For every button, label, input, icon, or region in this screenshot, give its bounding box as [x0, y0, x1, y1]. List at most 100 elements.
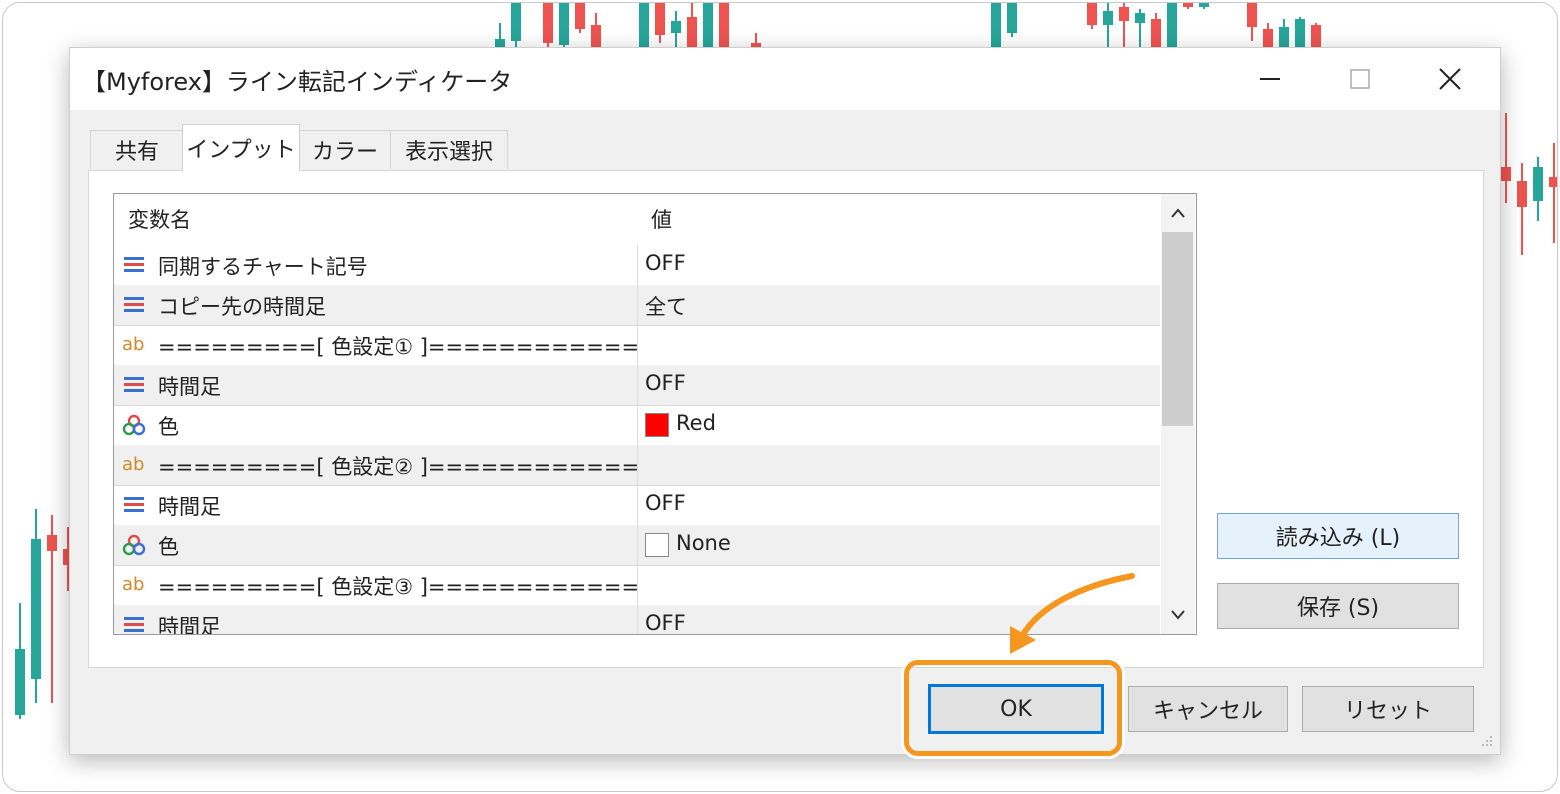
title-bar[interactable]: 【Myforex】ライン転記インディケータ — [70, 48, 1500, 110]
reset-button[interactable]: リセット — [1302, 686, 1474, 732]
table-row[interactable]: 時間足 OFF — [114, 485, 1160, 526]
candlestick — [991, 3, 1001, 47]
cancel-button[interactable]: キャンセル — [1128, 686, 1288, 732]
table-row[interactable]: 時間足 OFF — [114, 605, 1160, 635]
dialog-title: 【Myforex】ライン転記インディケータ — [82, 68, 513, 96]
table-row[interactable]: コピー先の時間足 全て — [114, 285, 1160, 326]
column-header-value[interactable]: 値 — [651, 194, 1051, 244]
candlestick — [1087, 3, 1097, 29]
ab-icon: ab — [122, 574, 145, 595]
param-name: 色 — [158, 415, 179, 439]
candlestick — [1311, 23, 1321, 47]
param-name: 時間足 — [158, 615, 221, 635]
candlestick — [591, 13, 601, 47]
tab-inputs[interactable]: インプット — [182, 124, 300, 171]
indicator-dialog: 【Myforex】ライン転記インディケータ 共有 インプット カラー 表示選択 … — [69, 47, 1501, 755]
parameters-grid[interactable]: 変数名 値 同期するチャート記号 OFF コピー先の時間足 全て ab =========… — [113, 193, 1197, 635]
candlestick — [1279, 19, 1289, 47]
column-separator — [637, 405, 638, 445]
scroll-up-button[interactable] — [1161, 194, 1195, 232]
inputs-panel: 変数名 値 同期するチャート記号 OFF コピー先の時間足 全て ab =========… — [88, 170, 1484, 668]
table-row[interactable]: 同期するチャート記号 OFF — [114, 245, 1160, 286]
color-swatch[interactable] — [645, 533, 669, 557]
candlestick — [1151, 13, 1161, 47]
candlestick — [47, 515, 57, 703]
param-name: =========[ 色設定① ]============ — [158, 335, 640, 359]
param-value[interactable]: OFF — [645, 371, 686, 395]
list-icon — [122, 494, 146, 516]
resize-grip-icon[interactable] — [1480, 734, 1494, 748]
param-value[interactable]: OFF — [645, 251, 686, 275]
candlestick — [495, 23, 505, 47]
column-separator — [637, 245, 638, 285]
close-icon — [1439, 68, 1461, 90]
candlestick — [1103, 3, 1113, 47]
scrollbar-thumb[interactable] — [1162, 232, 1193, 426]
ab-icon: ab — [122, 454, 145, 475]
candlestick — [1263, 23, 1273, 47]
color-swatch[interactable] — [645, 413, 669, 437]
param-value[interactable]: Red — [676, 411, 716, 435]
table-row[interactable]: 色 Red — [114, 405, 1160, 446]
column-separator — [637, 285, 638, 325]
candlestick — [575, 3, 585, 33]
candlestick — [31, 509, 41, 703]
candlestick — [1501, 113, 1511, 203]
column-separator — [637, 485, 638, 525]
candlestick — [1119, 3, 1129, 47]
chevron-down-icon — [1171, 610, 1185, 620]
candlestick — [719, 3, 729, 47]
candlestick — [639, 3, 649, 47]
scroll-down-button[interactable] — [1161, 596, 1195, 634]
table-row[interactable]: 時間足 OFF — [114, 365, 1160, 406]
column-separator — [637, 365, 638, 405]
candlestick — [511, 3, 521, 47]
candlestick — [751, 33, 761, 47]
param-name: コピー先の時間足 — [158, 295, 326, 319]
tab-colors[interactable]: カラー — [298, 130, 392, 169]
column-separator — [637, 565, 638, 605]
table-row[interactable]: ab =========[ 色設定② ]============ — [114, 445, 1160, 486]
close-button[interactable] — [1420, 58, 1480, 100]
param-value[interactable]: None — [676, 531, 731, 555]
candlestick — [655, 3, 665, 43]
candlestick — [1517, 163, 1527, 255]
candlestick — [1549, 143, 1557, 243]
candlestick — [1247, 3, 1257, 41]
column-separator — [637, 525, 638, 565]
table-row[interactable]: ab =========[ 色設定① ]============ — [114, 325, 1160, 366]
param-name: 同期するチャート記号 — [158, 255, 368, 279]
list-icon — [122, 374, 146, 396]
param-value[interactable]: OFF — [645, 611, 686, 634]
candlestick — [1199, 3, 1209, 9]
save-button[interactable]: 保存 (S) — [1217, 583, 1459, 629]
column-header-name[interactable]: 変数名 — [128, 194, 628, 244]
table-row[interactable]: ab =========[ 色設定③ ]============ — [114, 565, 1160, 606]
list-icon — [122, 254, 146, 276]
param-name: 時間足 — [158, 495, 221, 519]
chevron-up-icon — [1171, 208, 1185, 218]
column-separator — [637, 325, 638, 365]
ok-button-highlight — [904, 660, 1122, 756]
candlestick — [1533, 157, 1543, 221]
vertical-scrollbar[interactable] — [1161, 194, 1195, 634]
candlestick — [15, 603, 25, 719]
param-value[interactable]: OFF — [645, 491, 686, 515]
maximize-button[interactable] — [1330, 58, 1390, 100]
tab-common[interactable]: 共有 — [90, 130, 184, 169]
list-icon — [122, 614, 146, 634]
minimize-button[interactable] — [1240, 58, 1300, 100]
load-button[interactable]: 読み込み (L) — [1217, 513, 1459, 559]
param-name: 時間足 — [158, 375, 221, 399]
color-icon — [122, 534, 146, 556]
column-separator — [637, 445, 638, 485]
param-value[interactable]: 全て — [645, 291, 687, 321]
candlestick — [671, 11, 681, 47]
candlestick — [543, 3, 553, 47]
table-row[interactable]: 色 None — [114, 525, 1160, 566]
tab-visualization[interactable]: 表示選択 — [390, 130, 508, 169]
param-name: =========[ 色設定③ ]============ — [158, 575, 640, 599]
candlestick — [1007, 3, 1017, 37]
candlestick — [1135, 9, 1145, 47]
column-separator — [637, 605, 638, 634]
